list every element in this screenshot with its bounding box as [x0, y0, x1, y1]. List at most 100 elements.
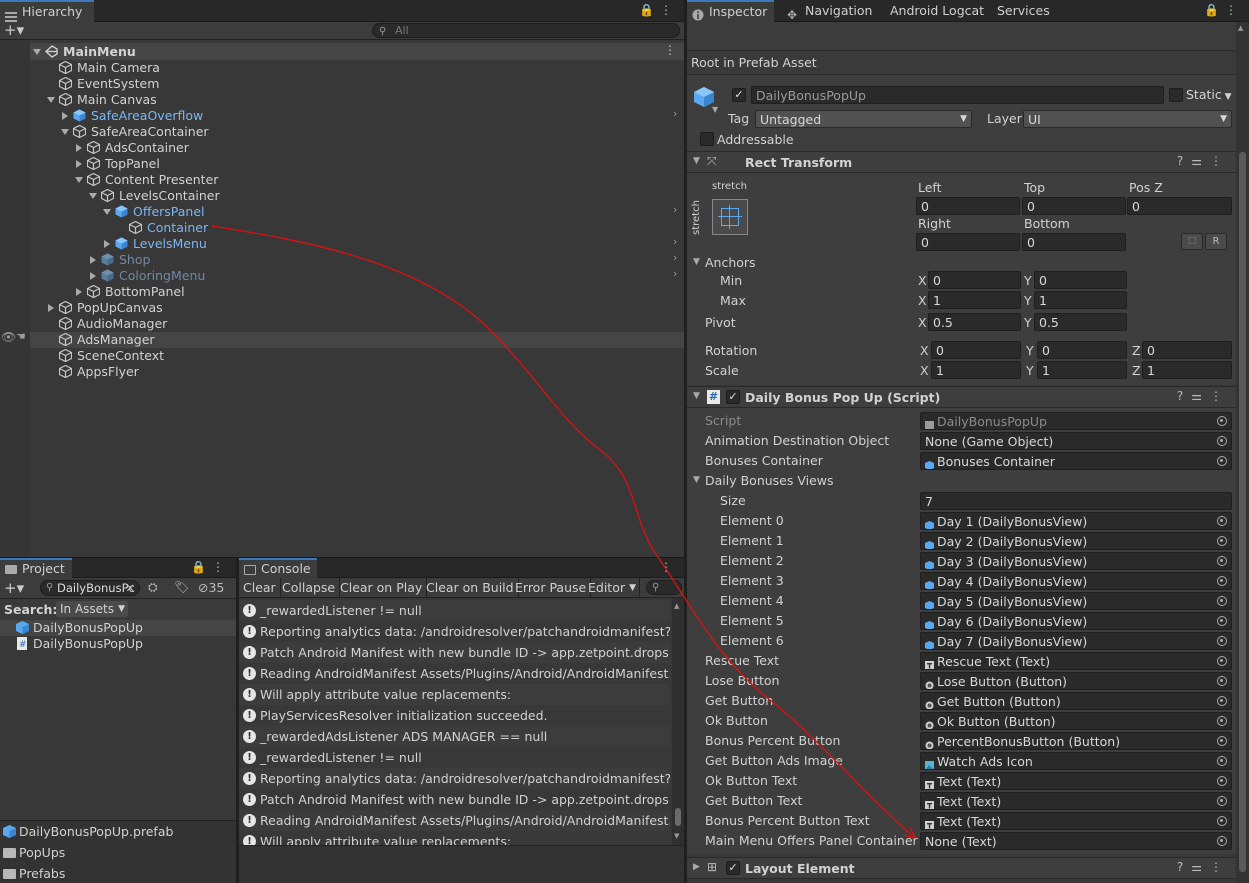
hierarchy-row[interactable]: Container	[117, 220, 208, 236]
object-picker-icon[interactable]	[1217, 816, 1227, 826]
project-tab-tools[interactable]: 🔒⋮	[191, 560, 230, 574]
hierarchy-row[interactable]: AudioManager	[47, 316, 167, 332]
hierarchy-row[interactable]: Content Presenter	[75, 172, 218, 188]
scrollbar-thumb[interactable]	[675, 808, 681, 826]
object-picker-icon[interactable]	[1217, 596, 1227, 606]
hierarchy-row[interactable]: OffersPanel	[103, 204, 205, 220]
scene-menu-icon[interactable]: ⋮	[664, 43, 676, 57]
object-picker-icon[interactable]	[1217, 756, 1227, 766]
scrollbar-thumb[interactable]	[1239, 152, 1246, 872]
anchor-max-y-field[interactable]: 1	[1034, 291, 1127, 309]
scale-z-field[interactable]: 1	[1142, 361, 1232, 379]
top-field[interactable]: 0	[1022, 197, 1126, 215]
collapsed-arrow-icon[interactable]	[76, 288, 82, 296]
hierarchy-tab-tools[interactable]: 🔒⋮	[639, 3, 678, 17]
scroll-down-icon[interactable]: ▼	[674, 832, 679, 840]
create-button[interactable]: +▾	[4, 579, 24, 597]
editor-dropdown[interactable]: Editor ▼	[584, 578, 640, 598]
active-checkbox[interactable]: ✓	[732, 88, 746, 102]
component-menu-icons[interactable]: ?⚌⋮	[1177, 860, 1230, 874]
label-tag-icon[interactable]: 🏷	[174, 580, 189, 594]
clear-search-icon[interactable]: ✕	[125, 581, 135, 595]
object-picker-icon[interactable]	[1217, 716, 1227, 726]
console-log-entry[interactable]: ! PlayServicesResolver initialization suc…	[239, 705, 670, 726]
console-log-entry[interactable]: ! Reading AndroidManifest Assets/Plugins/…	[239, 810, 670, 831]
console-log-entry[interactable]: ! Reading AndroidManifest Assets/Plugins/…	[239, 663, 670, 684]
anchor-presets-button[interactable]	[712, 199, 748, 235]
object-picker-icon[interactable]	[1217, 836, 1227, 846]
collapsed-arrow-icon[interactable]	[104, 240, 110, 248]
anchor-min-y-field[interactable]: 0	[1034, 271, 1127, 289]
object-reference-field[interactable]: None (Game Object)	[920, 432, 1232, 450]
hierarchy-row[interactable]: EventSystem	[47, 76, 159, 92]
hidden-packages-toggle[interactable]: ⊘35	[198, 580, 224, 595]
tab-android-logcat[interactable]: Android Logcat	[868, 0, 984, 22]
filter-type-icon[interactable]: ⛭	[148, 580, 158, 595]
expanded-arrow-icon[interactable]	[47, 97, 55, 103]
object-picker-icon[interactable]	[1217, 436, 1227, 446]
object-reference-field[interactable]: Day 5 (DailyBonusView)	[920, 592, 1232, 610]
component-menu-icons[interactable]: ?⚌⋮	[1177, 389, 1230, 403]
rect-transform-header[interactable]: ▼ ⤧ Rect Transform ?⚌⋮	[687, 151, 1236, 173]
console-log-entry[interactable]: ! Patch Android Manifest with new bundle …	[239, 789, 670, 810]
path-item[interactable]: PopUps	[3, 845, 65, 861]
object-reference-field[interactable]: Day 6 (DailyBonusView)	[920, 612, 1232, 630]
console-log-entry[interactable]: ! Patch Android Manifest with new bundle …	[239, 642, 670, 663]
chevron-down-icon[interactable]: ▼	[712, 105, 718, 114]
hierarchy-row[interactable]: PopUpCanvas	[47, 300, 163, 316]
hierarchy-search-input[interactable]: ⚲ All	[372, 23, 680, 38]
object-picker-icon[interactable]	[1217, 536, 1227, 546]
expanded-arrow-icon[interactable]	[75, 177, 83, 183]
expanded-arrow-icon[interactable]	[61, 129, 69, 135]
console-search-input[interactable]: ⚲	[646, 580, 682, 595]
object-picker-icon[interactable]	[1217, 736, 1227, 746]
clear-on-play-button[interactable]: Clear on Play	[336, 578, 428, 598]
anchor-min-x-field[interactable]: 0	[928, 271, 1021, 289]
static-checkbox[interactable]	[1169, 88, 1183, 102]
object-picker-icon[interactable]	[1217, 516, 1227, 526]
tab-project[interactable]: Project	[0, 558, 72, 579]
console-log-entry[interactable]: ! _rewardedAdsListener ADS MANAGER == nul…	[239, 726, 670, 747]
collapsed-arrow-icon[interactable]	[76, 160, 82, 168]
component-menu-icons[interactable]: ?⚌⋮	[1177, 154, 1230, 168]
console-log-entry[interactable]: ! Reporting analytics data: /androidresol…	[239, 621, 670, 642]
collapse-button[interactable]: Collapse	[278, 578, 341, 598]
console-tab-tools[interactable]: ⋮	[660, 560, 678, 574]
open-prefab-arrow-icon[interactable]: ›	[673, 251, 677, 264]
object-reference-field[interactable]: Bonuses Container	[920, 452, 1232, 470]
tab-navigation[interactable]: ✥ Navigation	[783, 0, 872, 22]
inspector-tab-tools[interactable]: 🔒⋮	[1204, 3, 1243, 17]
hierarchy-row[interactable]: Main Canvas	[47, 92, 157, 108]
object-picker-icon[interactable]	[1217, 416, 1227, 426]
static-dropdown[interactable]: Static ▼	[1186, 87, 1232, 102]
pivot-x-field[interactable]: 0.5	[928, 313, 1021, 331]
console-log-entry[interactable]: ! Will apply attribute value replacements…	[239, 831, 670, 845]
hierarchy-row[interactable]: SceneContext	[47, 348, 164, 364]
object-reference-field[interactable]: Day 3 (DailyBonusView)	[920, 552, 1232, 570]
console-log-entry[interactable]: ! _rewardedListener != null	[239, 747, 670, 768]
tab-hierarchy[interactable]: Hierarchy	[0, 0, 94, 22]
collapsed-arrow-icon[interactable]	[62, 112, 68, 120]
path-item[interactable]: DailyBonusPopUp.prefab	[3, 824, 173, 840]
array-size-field[interactable]: 7	[920, 492, 1232, 510]
tab-services[interactable]: Services	[975, 0, 1050, 22]
object-reference-field[interactable]: Rescue Text (Text)	[920, 652, 1232, 670]
collapsed-arrow-icon[interactable]	[48, 304, 54, 312]
object-reference-field[interactable]: Day 7 (DailyBonusView)	[920, 632, 1232, 650]
inspector-scrollbar[interactable]: ▲	[1236, 22, 1249, 883]
object-picker-icon[interactable]	[1217, 776, 1227, 786]
object-reference-field[interactable]: Lose Button (Button)	[920, 672, 1232, 690]
console-log-entry[interactable]: ! Reporting analytics data: /androidresol…	[239, 768, 670, 789]
rotation-x-field[interactable]: 0	[931, 341, 1021, 359]
project-search-input[interactable]: ⚲ DailyBonusPc ✕	[40, 580, 140, 596]
create-button[interactable]: +▾	[4, 22, 30, 40]
addressable-checkbox[interactable]	[700, 132, 714, 146]
collapsed-arrow-icon[interactable]	[76, 144, 82, 152]
object-reference-field[interactable]: Text (Text)	[920, 772, 1232, 790]
project-result-item[interactable]: DailyBonusPopUp	[16, 620, 143, 636]
tag-dropdown[interactable]: Untagged ▼	[755, 110, 972, 128]
expanded-arrow-icon[interactable]	[33, 49, 41, 55]
object-picker-icon[interactable]	[1217, 676, 1227, 686]
clear-button[interactable]: Clear	[239, 578, 281, 598]
expanded-arrow-icon[interactable]	[89, 193, 97, 199]
